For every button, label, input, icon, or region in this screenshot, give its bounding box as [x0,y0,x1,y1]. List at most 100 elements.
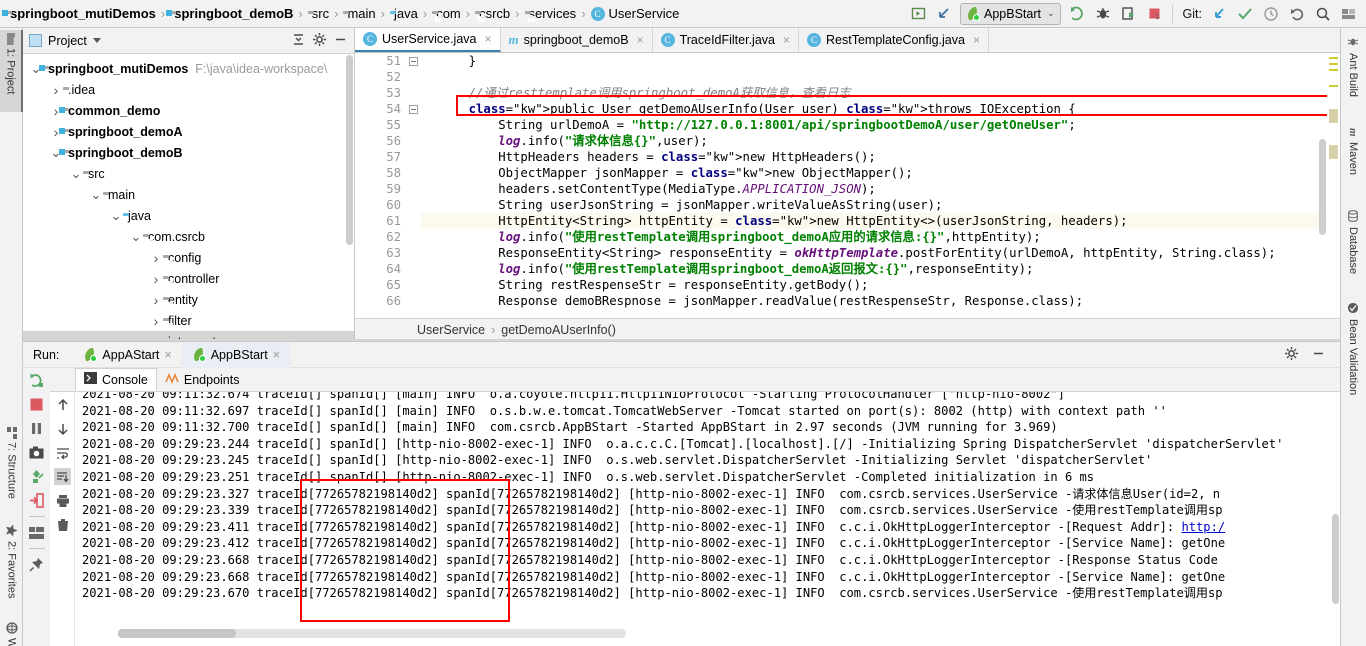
layout-icon[interactable] [28,524,45,541]
clear-all-icon[interactable] [54,516,71,533]
tab-endpoints[interactable]: Endpoints [157,368,248,391]
code-line[interactable]: class="kw">public User getDemoAUserInfo(… [421,101,1340,117]
tree-node--idea[interactable]: ›.idea [23,79,354,100]
console-link[interactable]: http:/ [1181,520,1225,534]
tree-node-config[interactable]: ›config [23,247,354,268]
breadcrumb-item-src[interactable]: src [306,2,331,26]
run-configuration-selector[interactable]: AppBStart ⌄ [960,3,1061,25]
run-settings-icon[interactable] [1284,346,1299,364]
rerun-icon[interactable] [28,372,45,389]
collapse-arrow-icon[interactable] [932,3,956,25]
scroll-up-icon[interactable] [54,396,71,413]
run-hide-icon[interactable] [1311,346,1326,364]
close-icon[interactable]: × [973,33,980,47]
search-everywhere-icon[interactable] [1311,3,1335,25]
code-line[interactable]: ObjectMapper jsonMapper = class="kw">new… [421,165,1340,181]
run-tab-appastart[interactable]: AppAStart × [73,342,181,368]
chevron-right-icon[interactable]: › [149,271,163,287]
collapse-all-icon[interactable] [291,32,306,50]
console-vertical-scrollbar[interactable] [1331,394,1340,626]
chevron-right-icon[interactable]: › [149,250,163,266]
stop-icon[interactable] [28,396,45,413]
tree-node-controller[interactable]: ›controller [23,268,354,289]
chevron-down-icon[interactable]: ⌄ [109,208,123,224]
code-folding-column[interactable] [407,53,421,318]
settings-icon[interactable] [1337,3,1361,25]
breadcrumb-item-com[interactable]: com [430,2,463,26]
tree-node-com-csrcb[interactable]: ⌄com.csrcb [23,226,354,247]
console-hscroll-thumb[interactable] [118,629,236,638]
breadcrumb-item-userservice[interactable]: CUserService [589,2,682,26]
thread-dump-icon[interactable] [28,468,45,485]
chevron-right-icon[interactable]: › [49,82,63,98]
tree-node-filter[interactable]: ›filter [23,310,354,331]
breadcrumb-item-springboot-mutidemos[interactable]: springboot_mutiDemos [4,2,158,26]
soft-wrap-icon[interactable] [54,444,71,461]
tree-node-springboot-mutidemos[interactable]: ⌄springboot_mutiDemosF:\java\idea-worksp… [23,58,354,79]
tree-node-common-demo[interactable]: ›common_demo [23,100,354,121]
tree-node-springboot-demoa[interactable]: ›springboot_demoA [23,121,354,142]
sidebar-item-ant-build[interactable]: Ant Build [1340,32,1366,116]
git-revert-icon[interactable] [1285,3,1309,25]
editor-tab-resttemplateconfig-java[interactable]: CRestTemplateConfig.java× [799,28,989,52]
console-horizontal-scrollbar[interactable] [118,629,626,638]
stop-icon[interactable]: 2 [1143,3,1167,25]
chevron-right-icon[interactable]: › [149,313,163,329]
code-line[interactable]: log.info("使用restTemplate调用springboot_dem… [421,261,1340,277]
sidebar-item-maven[interactable]: m Maven [1340,124,1366,198]
code-line[interactable] [421,69,1340,85]
code-line[interactable]: log.info("使用restTemplate调用springboot_dem… [421,229,1340,245]
scroll-down-icon[interactable] [54,420,71,437]
tree-node-src[interactable]: ⌄src [23,163,354,184]
code-editor[interactable]: 51525354555657585960616263646566 } //通过r… [355,53,1340,318]
code-line[interactable]: //通过resttemplate调用springboot_demoA获取信息，查… [421,85,1340,101]
tab-console[interactable]: Console [75,368,157,391]
close-icon[interactable]: × [164,348,171,362]
code-line[interactable]: String restRespenseStr = responseEntity.… [421,277,1340,293]
editor-tab-springboot-demob[interactable]: mspringboot_demoB× [501,28,653,52]
run-tab-appbstart[interactable]: AppBStart × [182,342,290,368]
git-update-icon[interactable] [1207,3,1231,25]
breadcrumb-item-services[interactable]: services [523,2,579,26]
code-line[interactable]: } [421,53,1340,69]
breadcrumb-method[interactable]: getDemoAUserInfo() [501,323,616,337]
screenshot-icon[interactable] [28,444,45,461]
code-line[interactable]: HttpHeaders headers = class="kw">new Htt… [421,149,1340,165]
chevron-down-icon[interactable] [93,38,101,43]
editor-marker-strip[interactable] [1327,53,1340,318]
breadcrumb-item-csrcb[interactable]: csrcb [473,2,512,26]
chevron-down-icon[interactable]: ⌄ [69,166,83,182]
code-text[interactable]: } //通过resttemplate调用springboot_demoA获取信息… [421,53,1340,318]
editor-vertical-scrollbar[interactable] [1318,79,1327,318]
project-scrollbar-thumb[interactable] [346,55,353,245]
sidebar-item-bean-validation[interactable]: Bean Validation [1340,298,1366,410]
console-output[interactable]: 2021-08-20 09:11:32.674 traceId[] spanId… [76,392,1340,646]
code-line[interactable]: ResponseEntity<String> responseEntity = … [421,245,1340,261]
pin-icon[interactable] [28,556,45,573]
console-vscroll-thumb[interactable] [1332,514,1339,604]
sidebar-item-database[interactable]: Database [1340,206,1366,290]
editor-tab-traceidfilter-java[interactable]: CTraceIdFilter.java× [653,28,799,52]
breadcrumb-item-springboot-demob[interactable]: springboot_demoB [168,2,295,26]
editor-tab-userservice-java[interactable]: CUserService.java× [355,28,501,52]
pause-icon[interactable] [28,420,45,437]
sidebar-item-structure[interactable]: 7: Structure [0,424,23,516]
tree-node-entity[interactable]: ›entity [23,289,354,310]
tree-node-springboot-demob[interactable]: ⌄springboot_demoB [23,142,354,163]
run-icon[interactable] [1065,3,1089,25]
scroll-to-end-icon[interactable] [54,468,71,485]
debug-icon[interactable] [1091,3,1115,25]
sidebar-item-web[interactable]: Web [0,618,23,646]
close-icon[interactable]: × [637,33,644,47]
code-line[interactable]: String userJsonString = jsonMapper.write… [421,197,1340,213]
code-line[interactable]: HttpEntity<String> httpEntity = class="k… [421,213,1340,229]
tree-node-java[interactable]: ⌄java [23,205,354,226]
chevron-down-icon[interactable]: ⌄ [129,229,143,245]
sidebar-item-favorites[interactable]: 2: Favorites [0,520,23,614]
tree-node-main[interactable]: ⌄main [23,184,354,205]
chevron-down-icon[interactable]: ⌄ [89,187,103,203]
project-scrollbar[interactable] [345,55,354,325]
sidebar-item-project[interactable]: 1: Project [0,30,23,112]
breadcrumb-item-main[interactable]: main [341,2,377,26]
print-icon[interactable] [54,492,71,509]
